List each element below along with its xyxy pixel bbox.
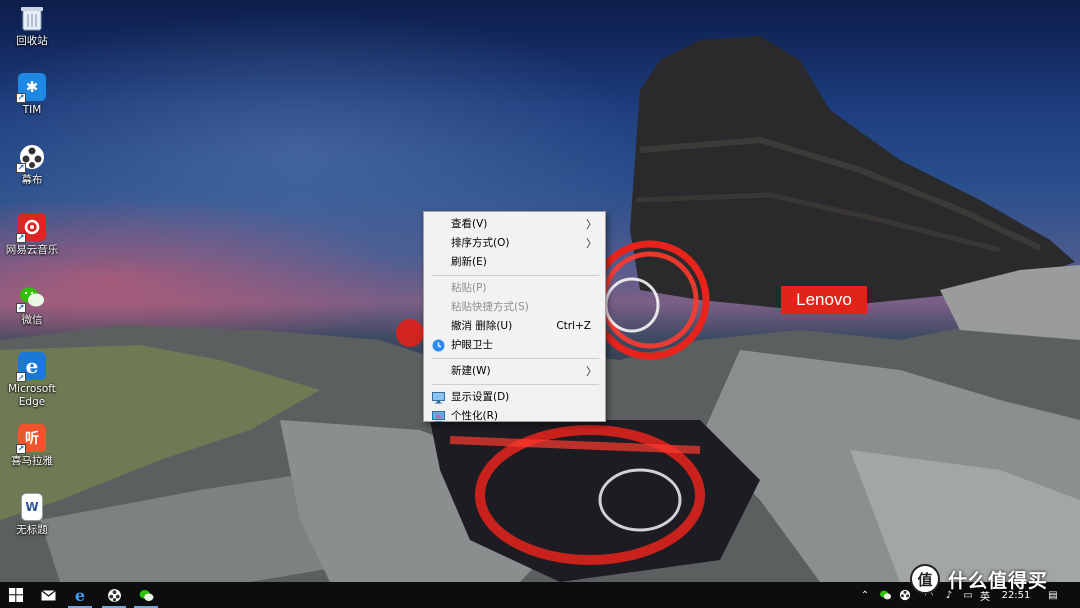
desktop-context-menu: 查看(V) 〉 排序方式(O) 〉 刷新(E) 粘贴(P) 粘贴快捷方式(S) … [423,211,606,423]
menu-item-label: 刷新(E) [451,256,487,268]
taskbar-wechat-button[interactable] [130,582,162,608]
lenovo-logo: Lenovo [781,286,867,314]
desktop-icon-label: 网易云音乐 [5,244,59,256]
menu-item-label: 查看(V) [451,218,488,230]
menu-item-label: 新建(W) [451,365,491,377]
menu-item-paste: 粘贴(P) [424,279,605,298]
menu-separator [432,384,599,385]
desktop-icon-label: Microsoft Edge [8,383,56,408]
menu-item-view[interactable]: 查看(V) 〉 [424,215,605,234]
desktop-icon-mubu[interactable]: ↗ 幕布 [0,143,64,187]
display-settings-icon [432,392,445,404]
ximalaya-icon: 听 ↗ [16,424,46,454]
tray-wechat[interactable] [876,582,894,608]
mail-icon [40,589,56,600]
menu-item-label: 粘贴快捷方式(S) [451,301,529,313]
wechat-icon [879,590,891,600]
menu-item-label: 个性化(R) [451,410,498,422]
desktop-icon-recycle-bin[interactable]: 回收站 [0,4,64,48]
edge-icon: e [74,585,86,605]
menu-item-label: 显示设置(D) [451,391,510,403]
desktop-icon-label: 喜马拉雅 [11,455,53,467]
tim-icon: ✱ ↗ [16,73,46,103]
wechat-icon [139,589,153,601]
desktop-icon-label: TIM [22,104,42,116]
menu-item-eye-guard[interactable]: 护眼卫士 [424,336,605,355]
menu-item-paste-shortcut: 粘贴快捷方式(S) [424,298,605,317]
desktop-icon-tim[interactable]: ✱ ↗ TIM [0,73,64,117]
tray-overflow-button[interactable]: ⌃ [858,582,872,608]
taskbar-mubu-button[interactable] [98,582,130,608]
chevron-up-icon: ⌃ [860,589,870,601]
menu-item-label: 护眼卫士 [451,339,493,351]
edge-icon: e ↗ [16,352,46,382]
chevron-right-icon: 〉 [586,237,597,250]
eye-guard-icon [432,339,445,352]
start-button[interactable] [0,582,32,608]
watermark-text: 什么值得买 [948,569,1049,592]
wechat-icon: ↗ [16,283,46,313]
menu-item-label: 排序方式(O) [451,237,510,249]
site-watermark: 值 什么值得买 [910,564,1048,594]
word-document-icon: W [21,493,43,521]
chevron-right-icon: 〉 [586,218,597,231]
taskbar-mail-button[interactable] [32,582,64,608]
menu-item-label: 撤消 删除(U) [451,320,513,332]
menu-item-shortcut: Ctrl+Z [556,320,591,332]
mubu-icon: ↗ [16,143,46,173]
mubu-icon [107,588,121,602]
recycle-bin-icon [18,4,46,32]
personalize-icon [432,411,445,423]
menu-separator [432,358,599,359]
watermark-logo: 值 [910,564,940,594]
notification-icon: ▤ [1048,589,1058,601]
desktop-icon-ximalaya[interactable]: 听 ↗ 喜马拉雅 [0,424,64,468]
start-icon [9,588,23,602]
desktop-icon-wechat[interactable]: ↗ 微信 [0,283,64,327]
desktop-icon-label: 无标题 [16,524,48,536]
desktop-icon-edge[interactable]: e ↗ Microsoft Edge [0,352,64,409]
chevron-right-icon: 〉 [586,365,597,378]
desktop-icon-label: 回收站 [16,35,48,47]
menu-item-undo-delete[interactable]: 撤消 删除(U) Ctrl+Z [424,317,605,336]
menu-separator [432,275,599,276]
desktop-icon-untitled-doc[interactable]: W 无标题 [0,493,64,537]
menu-item-personalize[interactable]: 个性化(R) [424,407,605,426]
netease-music-icon: ↗ [16,213,46,243]
menu-item-new[interactable]: 新建(W) 〉 [424,362,605,381]
desktop-icon-label: 幕布 [21,174,43,186]
menu-item-refresh[interactable]: 刷新(E) [424,253,605,272]
menu-item-label: 粘贴(P) [451,282,487,294]
menu-item-sort-by[interactable]: 排序方式(O) 〉 [424,234,605,253]
desktop-icon-netease-music[interactable]: ↗ 网易云音乐 [0,213,64,257]
desktop-icon-label: 微信 [21,314,43,326]
taskbar-edge-button[interactable]: e [64,582,96,608]
menu-item-display-settings[interactable]: 显示设置(D) [424,388,605,407]
